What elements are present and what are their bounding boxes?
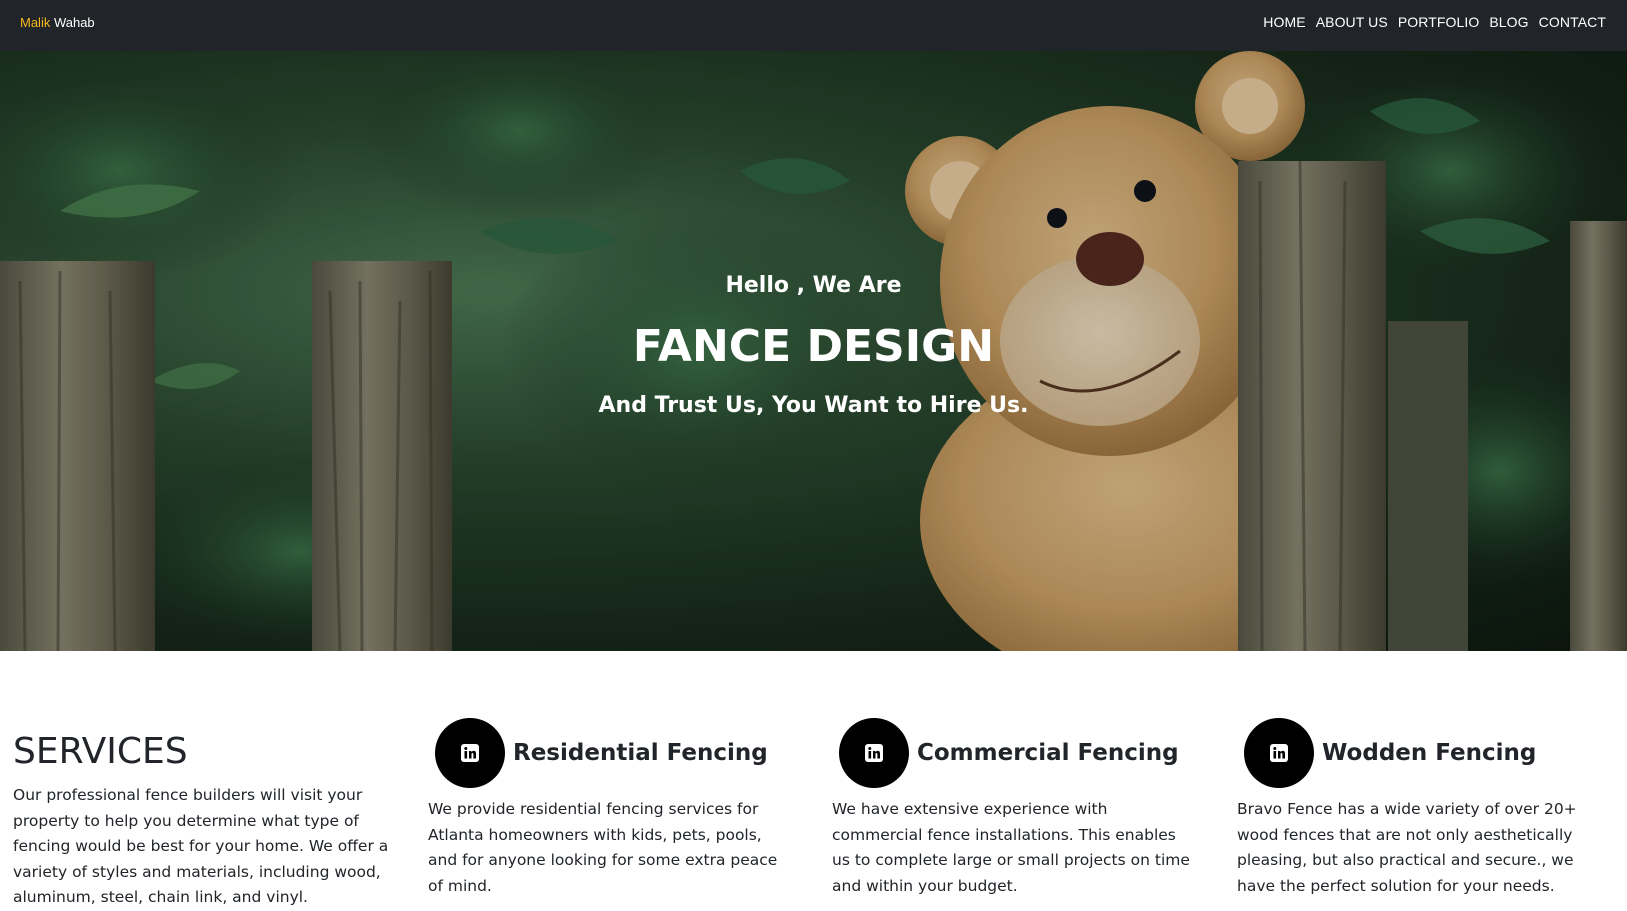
services-intro: SERVICES Our professional fence builders…	[13, 730, 398, 911]
service-card-wooden: Wodden Fencing Bravo Fence has a wide va…	[1237, 718, 1624, 899]
navbar: Malik Wahab HOME ABOUT US PORTFOLIO BLOG…	[0, 0, 1627, 51]
service-name-wooden: Wodden Fencing	[1322, 740, 1537, 766]
nav-home[interactable]: HOME	[1263, 14, 1305, 30]
services-title: SERVICES	[13, 731, 188, 772]
service-card-commercial: Commercial Fencing We have extensive exp…	[832, 718, 1219, 899]
hero-text: Hello , We Are FANCE DESIGN And Trust Us…	[0, 51, 1627, 651]
hero-title: FANCE DESIGN	[632, 321, 995, 372]
service-card-residential: Residential Fencing We provide residenti…	[428, 718, 815, 899]
hero-subtitle: And Trust Us, You Want to Hire Us.	[598, 393, 1029, 418]
service-name-commercial: Commercial Fencing	[917, 740, 1179, 766]
nav-about-us[interactable]: ABOUT US	[1316, 14, 1388, 30]
linkedin-icon[interactable]	[1244, 718, 1314, 788]
nav-links: HOME ABOUT US PORTFOLIO BLOG CONTACT	[1263, 14, 1606, 30]
service-text-wooden: Bravo Fence has a wide variety of over 2…	[1237, 800, 1577, 895]
nav-contact[interactable]: CONTACT	[1539, 14, 1606, 30]
service-text-residential: We provide residential fencing services …	[428, 800, 778, 895]
services-description: Our professional fence builders will vis…	[13, 786, 389, 906]
brand-logo[interactable]: Malik Wahab	[20, 15, 95, 30]
nav-portfolio[interactable]: PORTFOLIO	[1398, 14, 1480, 30]
linkedin-icon[interactable]	[839, 718, 909, 788]
hero-section: Hello , We Are FANCE DESIGN And Trust Us…	[0, 51, 1627, 651]
service-name-residential: Residential Fencing	[513, 740, 768, 766]
hero-greeting: Hello , We Are	[725, 273, 902, 298]
service-text-commercial: We have extensive experience with commer…	[832, 800, 1190, 895]
brand-first-name: Malik	[20, 15, 51, 30]
linkedin-icon[interactable]	[435, 718, 505, 788]
brand-last-name: Wahab	[50, 15, 95, 30]
nav-blog[interactable]: BLOG	[1489, 14, 1528, 30]
